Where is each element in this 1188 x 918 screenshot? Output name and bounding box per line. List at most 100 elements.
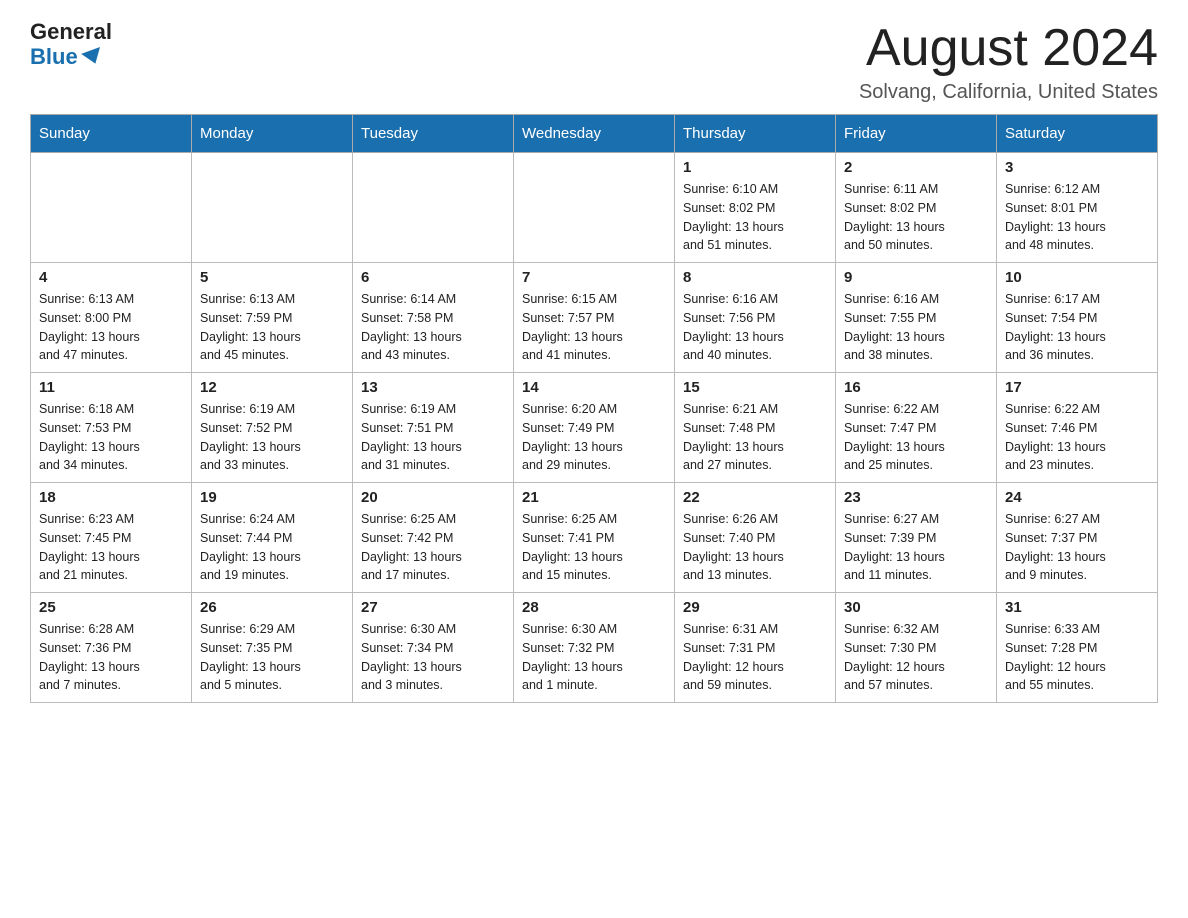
day-info: Sunrise: 6:14 AMSunset: 7:58 PMDaylight:… — [361, 290, 505, 365]
day-number: 20 — [361, 489, 505, 506]
day-info: Sunrise: 6:27 AMSunset: 7:39 PMDaylight:… — [844, 510, 988, 585]
table-row: 17 Sunrise: 6:22 AMSunset: 7:46 PMDayligh… — [997, 373, 1158, 483]
table-row: 22Sunrise: 6:26 AMSunset: 7:40 PMDayligh… — [675, 483, 836, 593]
table-row — [353, 153, 514, 263]
day-info: Sunrise: 6:30 AMSunset: 7:32 PMDaylight:… — [522, 620, 666, 695]
day-info: Sunrise: 6:33 AMSunset: 7:28 PMDaylight:… — [1005, 620, 1149, 695]
day-number: 12 — [200, 379, 344, 396]
table-row: 2 Sunrise: 6:11 AMSunset: 8:02 PMDaylight… — [836, 153, 997, 263]
day-info: Sunrise: 6:13 AMSunset: 8:00 PMDaylight:… — [39, 290, 183, 365]
calendar-table: SundayMondayTuesdayWednesdayThursdayFrid… — [30, 114, 1158, 703]
weekday-header-friday: Friday — [836, 115, 997, 153]
day-number: 21 — [522, 489, 666, 506]
title-block: August 2024 Solvang, California, United … — [859, 20, 1158, 104]
day-number: 8 — [683, 269, 827, 286]
table-row: 25Sunrise: 6:28 AMSunset: 7:36 PMDayligh… — [31, 593, 192, 703]
day-number: 7 — [522, 269, 666, 286]
weekday-header-wednesday: Wednesday — [514, 115, 675, 153]
table-row: 30 Sunrise: 6:32 AMSunset: 7:30 PMDayligh… — [836, 593, 997, 703]
day-number: 4 — [39, 269, 183, 286]
day-number: 6 — [361, 269, 505, 286]
table-row — [514, 153, 675, 263]
day-info: Sunrise: 6:23 AMSunset: 7:45 PMDaylight:… — [39, 510, 183, 585]
day-info: Sunrise: 6:25 AMSunset: 7:42 PMDaylight:… — [361, 510, 505, 585]
day-info: Sunrise: 6:20 AMSunset: 7:49 PMDaylight:… — [522, 400, 666, 475]
table-row: 8 Sunrise: 6:16 AMSunset: 7:56 PMDaylight… — [675, 263, 836, 373]
day-number: 26 — [200, 599, 344, 616]
table-row: 24 Sunrise: 6:27 AMSunset: 7:37 PMDayligh… — [997, 483, 1158, 593]
day-number: 16 — [844, 379, 988, 396]
table-row: 13 Sunrise: 6:19 AMSunset: 7:51 PMDayligh… — [353, 373, 514, 483]
weekday-header-saturday: Saturday — [997, 115, 1158, 153]
day-info: Sunrise: 6:27 AMSunset: 7:37 PMDaylight:… — [1005, 510, 1149, 585]
day-info: Sunrise: 6:29 AMSunset: 7:35 PMDaylight:… — [200, 620, 344, 695]
table-row: 6 Sunrise: 6:14 AMSunset: 7:58 PMDaylight… — [353, 263, 514, 373]
day-number: 10 — [1005, 269, 1149, 286]
day-number: 14 — [522, 379, 666, 396]
table-row: 7 Sunrise: 6:15 AMSunset: 7:57 PMDaylight… — [514, 263, 675, 373]
day-info: Sunrise: 6:25 AMSunset: 7:41 PMDaylight:… — [522, 510, 666, 585]
day-number: 31 — [1005, 599, 1149, 616]
day-info: Sunrise: 6:10 AMSunset: 8:02 PMDaylight:… — [683, 180, 827, 255]
day-number: 24 — [1005, 489, 1149, 506]
day-info: Sunrise: 6:16 AMSunset: 7:56 PMDaylight:… — [683, 290, 827, 365]
table-row: 12 Sunrise: 6:19 AMSunset: 7:52 PMDayligh… — [192, 373, 353, 483]
weekday-header-tuesday: Tuesday — [353, 115, 514, 153]
logo: General Blue — [30, 20, 112, 70]
table-row — [192, 153, 353, 263]
logo-blue-text: Blue — [30, 44, 103, 70]
weekday-header-sunday: Sunday — [31, 115, 192, 153]
day-number: 30 — [844, 599, 988, 616]
day-number: 18 — [39, 489, 183, 506]
day-number: 29 — [683, 599, 827, 616]
table-row — [31, 153, 192, 263]
day-info: Sunrise: 6:32 AMSunset: 7:30 PMDaylight:… — [844, 620, 988, 695]
table-row: 14 Sunrise: 6:20 AMSunset: 7:49 PMDayligh… — [514, 373, 675, 483]
table-row: 16Sunrise: 6:22 AMSunset: 7:47 PMDayligh… — [836, 373, 997, 483]
day-info: Sunrise: 6:15 AMSunset: 7:57 PMDaylight:… — [522, 290, 666, 365]
table-row: 9Sunrise: 6:16 AMSunset: 7:55 PMDaylight… — [836, 263, 997, 373]
calendar-header-row: SundayMondayTuesdayWednesdayThursdayFrid… — [31, 115, 1158, 153]
day-info: Sunrise: 6:21 AMSunset: 7:48 PMDaylight:… — [683, 400, 827, 475]
day-number: 17 — [1005, 379, 1149, 396]
calendar-week-5: 25Sunrise: 6:28 AMSunset: 7:36 PMDayligh… — [31, 593, 1158, 703]
day-info: Sunrise: 6:13 AMSunset: 7:59 PMDaylight:… — [200, 290, 344, 365]
table-row: 27 Sunrise: 6:30 AMSunset: 7:34 PMDayligh… — [353, 593, 514, 703]
table-row: 23 Sunrise: 6:27 AMSunset: 7:39 PMDayligh… — [836, 483, 997, 593]
table-row: 18 Sunrise: 6:23 AMSunset: 7:45 PMDayligh… — [31, 483, 192, 593]
day-number: 9 — [844, 269, 988, 286]
table-row: 11Sunrise: 6:18 AMSunset: 7:53 PMDayligh… — [31, 373, 192, 483]
table-row: 15 Sunrise: 6:21 AMSunset: 7:48 PMDayligh… — [675, 373, 836, 483]
table-row: 26 Sunrise: 6:29 AMSunset: 7:35 PMDayligh… — [192, 593, 353, 703]
day-number: 15 — [683, 379, 827, 396]
table-row: 29Sunrise: 6:31 AMSunset: 7:31 PMDayligh… — [675, 593, 836, 703]
day-number: 1 — [683, 159, 827, 176]
table-row: 21 Sunrise: 6:25 AMSunset: 7:41 PMDayligh… — [514, 483, 675, 593]
day-number: 28 — [522, 599, 666, 616]
month-title: August 2024 — [859, 20, 1158, 77]
day-number: 2 — [844, 159, 988, 176]
day-number: 5 — [200, 269, 344, 286]
day-info: Sunrise: 6:26 AMSunset: 7:40 PMDaylight:… — [683, 510, 827, 585]
table-row: 31 Sunrise: 6:33 AMSunset: 7:28 PMDayligh… — [997, 593, 1158, 703]
table-row: 1 Sunrise: 6:10 AMSunset: 8:02 PMDaylight… — [675, 153, 836, 263]
day-number: 25 — [39, 599, 183, 616]
day-info: Sunrise: 6:30 AMSunset: 7:34 PMDaylight:… — [361, 620, 505, 695]
day-info: Sunrise: 6:12 AMSunset: 8:01 PMDaylight:… — [1005, 180, 1149, 255]
weekday-header-monday: Monday — [192, 115, 353, 153]
day-number: 19 — [200, 489, 344, 506]
day-info: Sunrise: 6:22 AMSunset: 7:46 PMDaylight:… — [1005, 400, 1149, 475]
day-info: Sunrise: 6:19 AMSunset: 7:51 PMDaylight:… — [361, 400, 505, 475]
day-number: 13 — [361, 379, 505, 396]
day-info: Sunrise: 6:11 AMSunset: 8:02 PMDaylight:… — [844, 180, 988, 255]
weekday-header-thursday: Thursday — [675, 115, 836, 153]
day-number: 23 — [844, 489, 988, 506]
day-number: 11 — [39, 379, 183, 396]
calendar-week-4: 18 Sunrise: 6:23 AMSunset: 7:45 PMDayligh… — [31, 483, 1158, 593]
table-row: 19Sunrise: 6:24 AMSunset: 7:44 PMDayligh… — [192, 483, 353, 593]
calendar-week-3: 11Sunrise: 6:18 AMSunset: 7:53 PMDayligh… — [31, 373, 1158, 483]
calendar-week-2: 4 Sunrise: 6:13 AMSunset: 8:00 PMDaylight… — [31, 263, 1158, 373]
day-number: 27 — [361, 599, 505, 616]
table-row: 28 Sunrise: 6:30 AMSunset: 7:32 PMDayligh… — [514, 593, 675, 703]
day-info: Sunrise: 6:19 AMSunset: 7:52 PMDaylight:… — [200, 400, 344, 475]
